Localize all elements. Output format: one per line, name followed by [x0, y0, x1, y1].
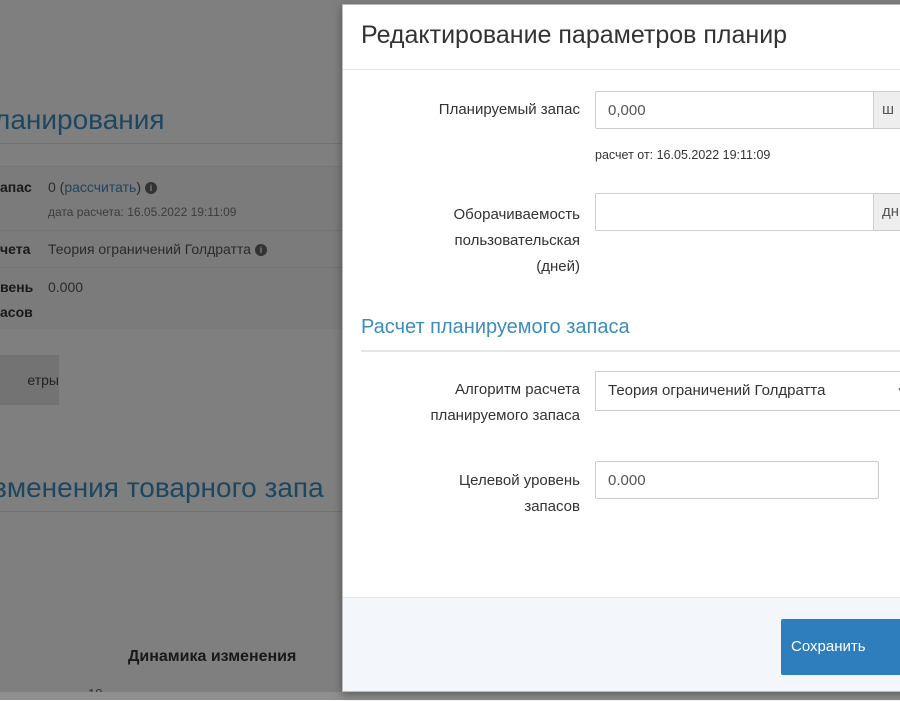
algorithm-selected: Теория ограничений Голдратта [608, 382, 826, 399]
edit-parameters-modal: Редактирование параметров планир Планиру… [342, 4, 900, 692]
algorithm-label: Алгоритм расчета планируемого запаса [430, 381, 580, 424]
bottom-bar [0, 692, 900, 700]
section-title-planned-stock-calc: Расчет планируемого запаса [361, 316, 630, 338]
planned-stock-field[interactable] [595, 91, 880, 129]
save-button[interactable]: Сохранить [781, 619, 900, 675]
turnover-label: Оборачиваемость пользовательская (дней) [453, 206, 580, 275]
planned-stock-input[interactable] [596, 92, 880, 128]
turnover-field[interactable] [595, 193, 880, 231]
algorithm-select[interactable]: Теория ограничений Голдратта ▼ [595, 371, 900, 411]
calc-date-help: расчет от: 16.05.2022 19:11:09 [595, 148, 771, 162]
caret-down-icon: ▼ [896, 372, 900, 410]
planned-stock-label: Планируемый запас [438, 101, 580, 118]
target-level-field[interactable] [595, 461, 880, 499]
days-addon: дн [873, 193, 900, 231]
modal-title: Редактирование параметров планир [361, 21, 788, 49]
turnover-input[interactable] [596, 194, 880, 230]
target-level-input[interactable] [596, 462, 880, 498]
modal-footer: Сохранить [343, 597, 900, 691]
unit-addon: ш [873, 91, 900, 129]
target-level-label: Целевой уровень запасов [459, 472, 580, 515]
section-divider [361, 350, 900, 352]
modal-header: Редактирование параметров планир [343, 5, 900, 70]
